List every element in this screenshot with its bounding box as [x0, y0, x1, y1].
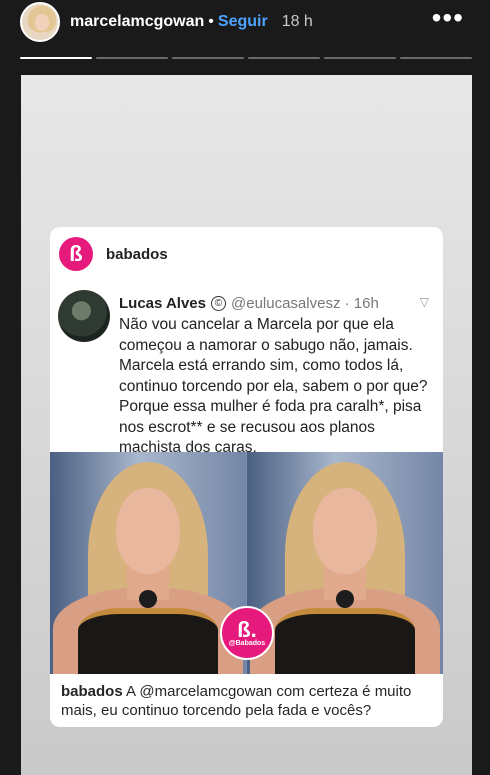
separator-dot: • [208, 13, 214, 30]
progress-segment [96, 57, 168, 59]
story-content[interactable]: ß babados Lucas Alves © @eulucasalvesz ·… [21, 75, 472, 775]
user-avatar[interactable] [20, 2, 60, 42]
brand-name[interactable]: babados [106, 246, 168, 263]
caption-author[interactable]: babados [61, 683, 123, 700]
tweet-meta: Lucas Alves © @eulucasalvesz · 16h [119, 295, 379, 312]
post-caption: babados A @marcelamcgowan com certeza é … [61, 682, 433, 720]
post-header: ß babados [50, 227, 443, 281]
tweet-author-name: Lucas Alves [119, 295, 206, 312]
tweet-card: Lucas Alves © @eulucasalvesz · 16h ▽ Não… [50, 281, 443, 456]
progress-segment [400, 57, 472, 59]
username[interactable]: marcelamcgowan [70, 13, 204, 31]
more-options-icon[interactable]: ••• [432, 4, 464, 32]
progress-segment [324, 57, 396, 59]
babados-badge-logo: ß. @Babados [220, 606, 274, 660]
progress-segment [172, 57, 244, 59]
story-progress [20, 57, 472, 60]
brand-logo-icon[interactable]: ß [59, 237, 93, 271]
photo-right [247, 452, 443, 674]
tweet-avatar [58, 290, 110, 342]
shared-post-card[interactable]: ß babados Lucas Alves © @eulucasalvesz ·… [50, 227, 443, 727]
post-photo: ß. @Babados [50, 452, 443, 674]
copyright-icon: © [211, 296, 226, 311]
photo-left [50, 452, 246, 674]
tweet-text: Não vou cancelar a Marcela por que ela c… [119, 316, 428, 456]
progress-segment [248, 57, 320, 59]
follow-button[interactable]: Seguir [218, 13, 268, 31]
progress-segment [20, 57, 92, 59]
chevron-down-icon: ▽ [419, 295, 429, 309]
post-time: 18 h [281, 13, 313, 30]
story-header: marcelamcgowan • Seguir 18 h ••• [0, 0, 490, 44]
tweet-handle-time: @eulucasalvesz · 16h [231, 295, 379, 312]
